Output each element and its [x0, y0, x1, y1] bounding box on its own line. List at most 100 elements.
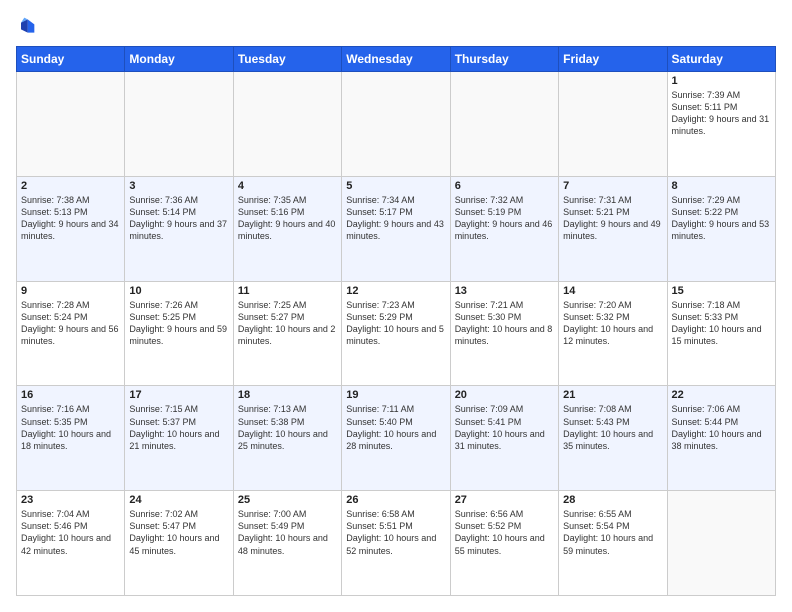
day-info: Sunrise: 7:26 AMSunset: 5:25 PMDaylight:…	[129, 299, 228, 348]
calendar-week-row-4: 23Sunrise: 7:04 AMSunset: 5:46 PMDayligh…	[17, 491, 776, 596]
calendar-cell: 3 Sunrise: 7:36 AMSunset: 5:14 PMDaylight…	[125, 176, 233, 281]
calendar-cell	[450, 72, 558, 177]
day-number: 28	[563, 494, 662, 506]
calendar-cell: 21 Sunrise: 7:08 AMSunset: 5:43 PMDayligh…	[559, 386, 667, 491]
calendar-header-thursday: Thursday	[450, 47, 558, 72]
day-number: 8	[672, 180, 771, 192]
day-info: Sunrise: 6:58 AMSunset: 5:51 PMDaylight:…	[346, 508, 445, 557]
calendar-cell: 4 Sunrise: 7:35 AMSunset: 5:16 PMDaylight…	[233, 176, 341, 281]
day-info: Sunrise: 7:39 AMSunset: 5:11 PMDaylight:…	[672, 89, 771, 138]
day-info: Sunrise: 7:16 AMSunset: 5:35 PMDaylight:…	[21, 403, 120, 452]
day-info: Sunrise: 7:09 AMSunset: 5:41 PMDaylight:…	[455, 403, 554, 452]
day-info: Sunrise: 7:20 AMSunset: 5:32 PMDaylight:…	[563, 299, 662, 348]
calendar-cell: 6 Sunrise: 7:32 AMSunset: 5:19 PMDaylight…	[450, 176, 558, 281]
calendar-cell: 7 Sunrise: 7:31 AMSunset: 5:21 PMDaylight…	[559, 176, 667, 281]
day-number: 23	[21, 494, 120, 506]
calendar-cell: 17Sunrise: 7:15 AMSunset: 5:37 PMDayligh…	[125, 386, 233, 491]
calendar-cell: 22 Sunrise: 7:06 AMSunset: 5:44 PMDayligh…	[667, 386, 775, 491]
day-number: 7	[563, 180, 662, 192]
day-info: Sunrise: 7:34 AMSunset: 5:17 PMDaylight:…	[346, 194, 445, 243]
calendar-cell	[342, 72, 450, 177]
calendar-cell: 20Sunrise: 7:09 AMSunset: 5:41 PMDayligh…	[450, 386, 558, 491]
calendar-cell	[559, 72, 667, 177]
day-info: Sunrise: 7:36 AMSunset: 5:14 PMDaylight:…	[129, 194, 228, 243]
calendar-cell: 13Sunrise: 7:21 AMSunset: 5:30 PMDayligh…	[450, 281, 558, 386]
calendar-header-wednesday: Wednesday	[342, 47, 450, 72]
day-number: 18	[238, 389, 337, 401]
header	[16, 16, 776, 36]
calendar-cell: 27 Sunrise: 6:56 AMSunset: 5:52 PMDayligh…	[450, 491, 558, 596]
day-number: 14	[563, 285, 662, 297]
calendar-week-row-1: 2 Sunrise: 7:38 AMSunset: 5:13 PMDaylight…	[17, 176, 776, 281]
calendar-cell	[233, 72, 341, 177]
day-info: Sunrise: 7:11 AMSunset: 5:40 PMDaylight:…	[346, 403, 445, 452]
day-info: Sunrise: 7:38 AMSunset: 5:13 PMDaylight:…	[21, 194, 120, 243]
calendar-header-saturday: Saturday	[667, 47, 775, 72]
day-info: Sunrise: 7:02 AMSunset: 5:47 PMDaylight:…	[129, 508, 228, 557]
day-number: 21	[563, 389, 662, 401]
day-number: 10	[129, 285, 228, 297]
day-number: 16	[21, 389, 120, 401]
day-number: 15	[672, 285, 771, 297]
day-number: 2	[21, 180, 120, 192]
calendar-header-monday: Monday	[125, 47, 233, 72]
day-number: 5	[346, 180, 445, 192]
day-number: 3	[129, 180, 228, 192]
calendar-header-row: SundayMondayTuesdayWednesdayThursdayFrid…	[17, 47, 776, 72]
calendar-cell: 14 Sunrise: 7:20 AMSunset: 5:32 PMDayligh…	[559, 281, 667, 386]
calendar-cell: 28 Sunrise: 6:55 AMSunset: 5:54 PMDayligh…	[559, 491, 667, 596]
calendar-header-tuesday: Tuesday	[233, 47, 341, 72]
logo	[16, 16, 40, 36]
calendar-cell	[125, 72, 233, 177]
day-info: Sunrise: 7:35 AMSunset: 5:16 PMDaylight:…	[238, 194, 337, 243]
day-info: Sunrise: 7:06 AMSunset: 5:44 PMDaylight:…	[672, 403, 771, 452]
logo-icon	[16, 16, 36, 36]
day-info: Sunrise: 7:28 AMSunset: 5:24 PMDaylight:…	[21, 299, 120, 348]
day-info: Sunrise: 7:23 AMSunset: 5:29 PMDaylight:…	[346, 299, 445, 348]
calendar-cell: 11 Sunrise: 7:25 AMSunset: 5:27 PMDayligh…	[233, 281, 341, 386]
calendar-cell	[667, 491, 775, 596]
day-number: 12	[346, 285, 445, 297]
calendar-cell: 5 Sunrise: 7:34 AMSunset: 5:17 PMDaylight…	[342, 176, 450, 281]
day-info: Sunrise: 7:18 AMSunset: 5:33 PMDaylight:…	[672, 299, 771, 348]
calendar-week-row-2: 9Sunrise: 7:28 AMSunset: 5:24 PMDaylight…	[17, 281, 776, 386]
calendar-cell: 2 Sunrise: 7:38 AMSunset: 5:13 PMDaylight…	[17, 176, 125, 281]
calendar-cell: 12 Sunrise: 7:23 AMSunset: 5:29 PMDayligh…	[342, 281, 450, 386]
calendar-cell: 26 Sunrise: 6:58 AMSunset: 5:51 PMDayligh…	[342, 491, 450, 596]
page: SundayMondayTuesdayWednesdayThursdayFrid…	[0, 0, 792, 612]
calendar-cell	[17, 72, 125, 177]
calendar-cell: 23Sunrise: 7:04 AMSunset: 5:46 PMDayligh…	[17, 491, 125, 596]
calendar-cell: 19 Sunrise: 7:11 AMSunset: 5:40 PMDayligh…	[342, 386, 450, 491]
day-number: 26	[346, 494, 445, 506]
day-info: Sunrise: 7:08 AMSunset: 5:43 PMDaylight:…	[563, 403, 662, 452]
day-number: 27	[455, 494, 554, 506]
calendar-cell: 25 Sunrise: 7:00 AMSunset: 5:49 PMDayligh…	[233, 491, 341, 596]
calendar-cell: 18Sunrise: 7:13 AMSunset: 5:38 PMDayligh…	[233, 386, 341, 491]
calendar-cell: 9Sunrise: 7:28 AMSunset: 5:24 PMDaylight…	[17, 281, 125, 386]
calendar-header-sunday: Sunday	[17, 47, 125, 72]
calendar-week-row-0: 1Sunrise: 7:39 AMSunset: 5:11 PMDaylight…	[17, 72, 776, 177]
day-info: Sunrise: 7:15 AMSunset: 5:37 PMDaylight:…	[129, 403, 228, 452]
day-number: 6	[455, 180, 554, 192]
calendar-cell: 15 Sunrise: 7:18 AMSunset: 5:33 PMDayligh…	[667, 281, 775, 386]
day-info: Sunrise: 7:32 AMSunset: 5:19 PMDaylight:…	[455, 194, 554, 243]
calendar-cell: 24Sunrise: 7:02 AMSunset: 5:47 PMDayligh…	[125, 491, 233, 596]
calendar-table: SundayMondayTuesdayWednesdayThursdayFrid…	[16, 46, 776, 596]
calendar-cell: 1Sunrise: 7:39 AMSunset: 5:11 PMDaylight…	[667, 72, 775, 177]
day-info: Sunrise: 7:31 AMSunset: 5:21 PMDaylight:…	[563, 194, 662, 243]
day-info: Sunrise: 7:00 AMSunset: 5:49 PMDaylight:…	[238, 508, 337, 557]
day-info: Sunrise: 6:56 AMSunset: 5:52 PMDaylight:…	[455, 508, 554, 557]
calendar-cell: 10 Sunrise: 7:26 AMSunset: 5:25 PMDayligh…	[125, 281, 233, 386]
day-number: 25	[238, 494, 337, 506]
calendar-cell: 8 Sunrise: 7:29 AMSunset: 5:22 PMDaylight…	[667, 176, 775, 281]
day-number: 11	[238, 285, 337, 297]
calendar-header-friday: Friday	[559, 47, 667, 72]
calendar-week-row-3: 16 Sunrise: 7:16 AMSunset: 5:35 PMDayligh…	[17, 386, 776, 491]
day-info: Sunrise: 7:29 AMSunset: 5:22 PMDaylight:…	[672, 194, 771, 243]
day-number: 4	[238, 180, 337, 192]
day-number: 19	[346, 389, 445, 401]
day-info: Sunrise: 7:25 AMSunset: 5:27 PMDaylight:…	[238, 299, 337, 348]
day-number: 22	[672, 389, 771, 401]
calendar-cell: 16 Sunrise: 7:16 AMSunset: 5:35 PMDayligh…	[17, 386, 125, 491]
day-info: Sunrise: 6:55 AMSunset: 5:54 PMDaylight:…	[563, 508, 662, 557]
